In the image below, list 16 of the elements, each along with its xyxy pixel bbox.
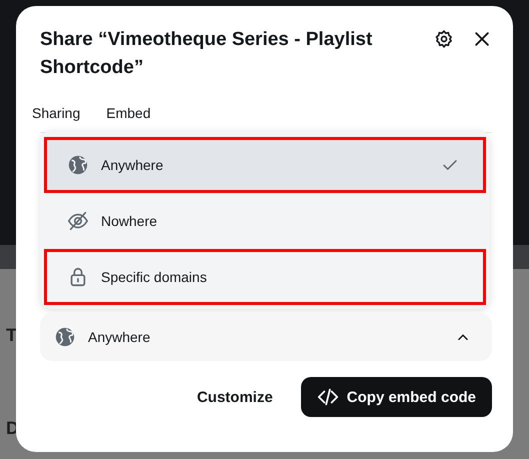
customize-button[interactable]: Customize: [196, 388, 273, 406]
sharing-select[interactable]: Anywhere: [40, 313, 492, 361]
dialog-title: Share “Vimeotheque Series - Playlist Shortcode”: [40, 28, 374, 80]
background-label: T: [6, 325, 17, 346]
globe-icon: [67, 154, 89, 176]
tab[interactable]: Embed: [106, 105, 151, 121]
globe-icon: [54, 326, 76, 348]
copy-embed-code-button[interactable]: Copy embed code: [300, 377, 492, 417]
eye-slash-icon: [67, 210, 89, 232]
menu-item[interactable]: Specific domains: [44, 249, 486, 305]
menu-item[interactable]: Anywhere: [44, 137, 486, 193]
menu-item[interactable]: Nowhere: [44, 193, 486, 249]
tab[interactable]: Sharing: [32, 105, 80, 121]
code-icon: [316, 386, 339, 408]
settings-icon[interactable]: [434, 29, 454, 49]
close-icon[interactable]: [472, 29, 492, 49]
